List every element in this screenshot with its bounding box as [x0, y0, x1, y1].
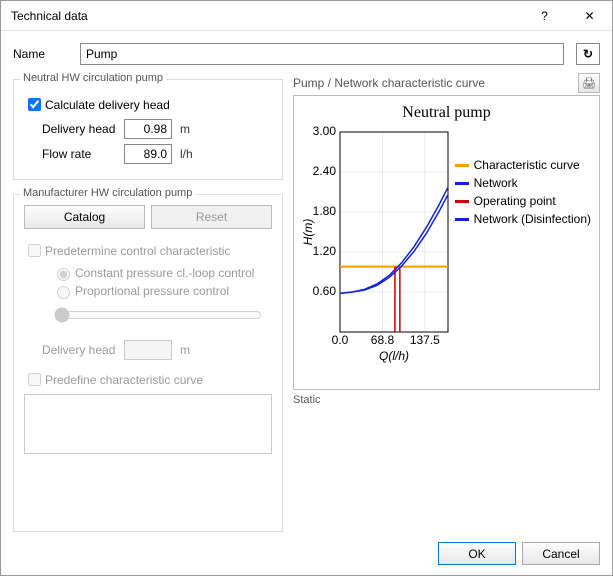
legend-item: Network	[455, 176, 591, 190]
const-pressure-radio	[57, 268, 70, 281]
curve-box	[24, 394, 272, 454]
legend-item: Operating point	[455, 194, 591, 208]
ok-button[interactable]: OK	[438, 542, 516, 565]
catalog-button[interactable]: Catalog	[24, 205, 145, 229]
calc-delivery-head-label: Calculate delivery head	[45, 98, 170, 112]
legend-item: Network (Disinfection)	[455, 212, 591, 226]
manu-delivery-head-label: Delivery head	[24, 343, 124, 357]
help-icon: ?	[541, 9, 548, 23]
legend-label: Network (Disinfection)	[474, 212, 591, 226]
close-button[interactable]: ✕	[567, 1, 612, 31]
dialog-footer: OK Cancel	[1, 532, 612, 575]
flow-rate-unit: l/h	[180, 147, 193, 161]
const-pressure-label: Constant pressure cl.-loop control	[75, 266, 254, 280]
static-label: Static	[293, 394, 600, 406]
svg-text:0.60: 0.60	[313, 284, 337, 298]
legend-swatch-icon	[455, 182, 469, 185]
legend-label: Characteristic curve	[474, 158, 580, 172]
svg-text:68.8: 68.8	[371, 333, 395, 347]
predetermine-label: Predetermine control characteristic	[45, 244, 230, 258]
svg-text:1.20: 1.20	[313, 244, 337, 258]
svg-text:137.5: 137.5	[410, 333, 440, 347]
svg-text:H(m): H(m)	[301, 219, 315, 246]
name-row: Name ↻	[13, 43, 600, 65]
manufacturer-group: Manufacturer HW circulation pump Catalog…	[13, 194, 283, 532]
manu-delivery-head-input	[124, 340, 172, 360]
legend-swatch-icon	[455, 164, 469, 167]
predefine-curve-checkbox	[28, 373, 41, 386]
delivery-head-label: Delivery head	[24, 122, 124, 136]
dialog: Technical data ? ✕ Name ↻ Neutral HW cir…	[0, 0, 613, 576]
refresh-button[interactable]: ↻	[576, 43, 600, 65]
manu-delivery-head-unit: m	[180, 343, 190, 357]
svg-text:2.40: 2.40	[313, 164, 337, 178]
titlebar: Technical data ? ✕	[1, 1, 612, 31]
reset-button: Reset	[151, 205, 272, 229]
legend-label: Operating point	[474, 194, 556, 208]
delivery-head-unit: m	[180, 122, 190, 136]
flow-rate-input[interactable]	[124, 144, 172, 164]
svg-text:0.0: 0.0	[332, 333, 349, 347]
help-button[interactable]: ?	[522, 1, 567, 31]
delivery-head-input[interactable]	[124, 119, 172, 139]
name-input[interactable]	[80, 43, 564, 65]
prop-pressure-radio	[57, 286, 70, 299]
chart-box: Neutral pump 0.60 1.20 1.80 2.40 3.00 0.0 68.8…	[293, 95, 600, 390]
predetermine-checkbox	[28, 244, 41, 257]
close-icon: ✕	[584, 9, 594, 23]
name-label: Name	[13, 47, 68, 61]
refresh-icon: ↻	[583, 47, 593, 61]
prop-pressure-label: Proportional pressure control	[75, 284, 229, 298]
pressure-slider	[54, 307, 262, 323]
chart-print-button[interactable]: 🖨	[578, 73, 600, 93]
legend-label: Network	[474, 176, 518, 190]
manufacturer-group-title: Manufacturer HW circulation pump	[20, 187, 195, 199]
legend-item: Characteristic curve	[455, 158, 591, 172]
printer-icon: 🖨	[582, 77, 596, 90]
svg-text:1.80: 1.80	[313, 204, 337, 218]
svg-text:3.00: 3.00	[313, 124, 337, 138]
cancel-button[interactable]: Cancel	[522, 542, 600, 565]
svg-text:Q(l/h): Q(l/h)	[379, 349, 409, 363]
calc-delivery-head-checkbox[interactable]	[28, 98, 41, 111]
chart-header-label: Pump / Network characteristic curve	[293, 76, 485, 90]
chart-legend: Characteristic curve Network Operating p…	[455, 154, 591, 230]
legend-swatch-icon	[455, 200, 469, 203]
neutral-group: Neutral HW circulation pump Calculate de…	[13, 79, 283, 180]
dialog-title: Technical data	[11, 9, 522, 23]
legend-swatch-icon	[455, 218, 469, 221]
flow-rate-label: Flow rate	[24, 147, 124, 161]
chart-title: Neutral pump	[298, 104, 595, 122]
predefine-curve-label: Predefine characteristic curve	[45, 373, 203, 387]
neutral-group-title: Neutral HW circulation pump	[20, 72, 166, 84]
